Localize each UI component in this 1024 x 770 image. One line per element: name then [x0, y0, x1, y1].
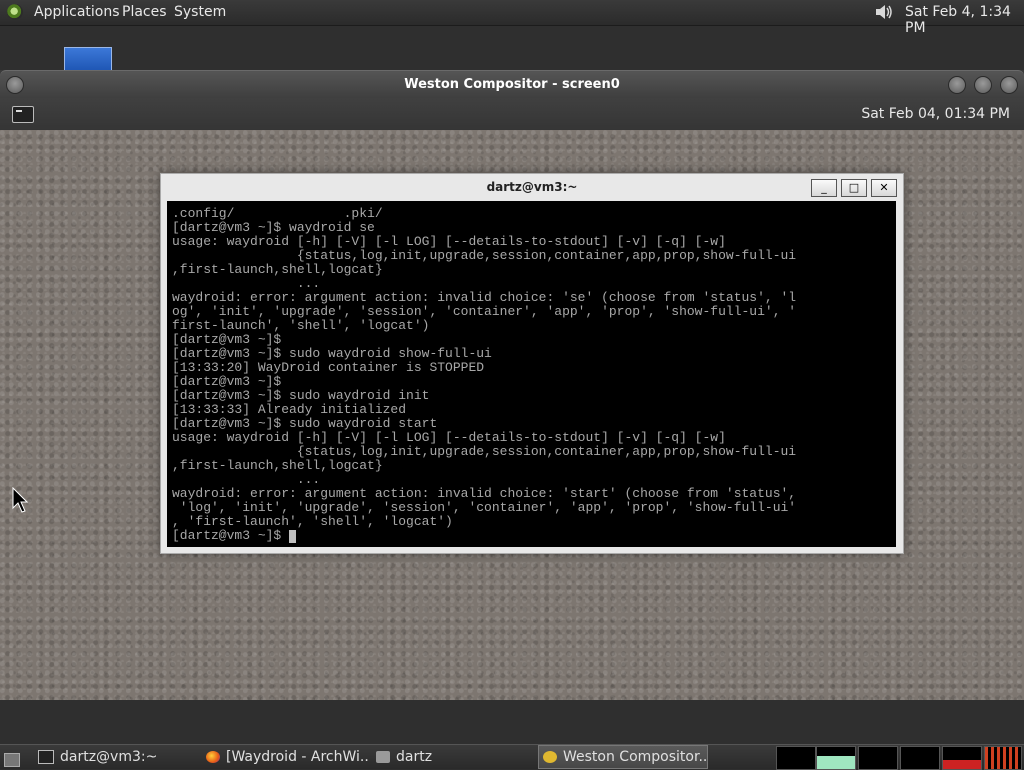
terminal-line: usage: waydroid [-h] [-V] [-l LOG] [--de… [172, 234, 726, 249]
terminal-line: [13:33:20] WayDroid container is STOPPED [172, 360, 485, 375]
weston-titlebar[interactable]: Weston Compositor - screen0 [0, 70, 1024, 99]
terminal-maximize-button[interactable]: □ [841, 179, 867, 197]
terminal-line: ... [172, 472, 321, 487]
weston-menu-button[interactable] [6, 76, 24, 94]
terminal-line: first-launch', 'shell', 'logcat') [172, 318, 430, 333]
weston-panel: Sat Feb 04, 01:34 PM [0, 98, 1024, 130]
menu-places[interactable]: Places [122, 4, 167, 20]
terminal-line: [dartz@vm3 ~]$ sudo waydroid show-full-u… [172, 346, 492, 361]
workspace-4[interactable] [900, 746, 940, 770]
terminal-launcher-icon[interactable] [12, 106, 34, 123]
weston-close-button[interactable] [1000, 76, 1018, 94]
desktop-computer-icon[interactable] [64, 47, 112, 70]
terminal-line: {status,log,init,upgrade,session,contain… [172, 444, 797, 459]
system-monitor-graph[interactable] [942, 746, 982, 770]
show-desktop-icon[interactable] [4, 745, 24, 769]
workspace-1[interactable] [776, 746, 816, 770]
terminal-line: [dartz@vm3 ~]$ sudo waydroid start [172, 416, 438, 431]
terminal-line: waydroid: error: argument action: invali… [172, 290, 797, 305]
terminal-close-button[interactable]: ✕ [871, 179, 897, 197]
taskbar-item-firefox[interactable]: [Waydroid - ArchWi... [206, 745, 368, 769]
terminal-titlebar[interactable]: dartz@vm3:~ [161, 174, 903, 200]
top-panel: Applications Places System Sat Feb 4, 1:… [0, 0, 1024, 36]
terminal-minimize-button[interactable]: _ [811, 179, 837, 197]
terminal-line: {status,log,init,upgrade,session,contain… [172, 248, 797, 263]
firefox-icon [206, 751, 220, 763]
terminal-line: [dartz@vm3 ~]$ sudo waydroid init [172, 388, 430, 403]
menu-applications[interactable]: Applications [34, 4, 120, 20]
workspace-2[interactable] [816, 746, 856, 770]
weston-title: Weston Compositor - screen0 [404, 77, 620, 92]
weston-clock: Sat Feb 04, 01:34 PM [861, 106, 1010, 122]
terminal-prompt-line: [dartz@vm3 ~]$ [172, 529, 796, 543]
terminal-line: ,first-launch,shell,logcat} [172, 458, 383, 473]
terminal-line: [13:33:33] Already initialized [172, 402, 407, 417]
taskbar-item-files[interactable]: dartz [376, 745, 526, 769]
workspace-3[interactable] [858, 746, 898, 770]
terminal-line: , 'first-launch', 'shell', 'logcat') [172, 514, 453, 529]
taskbar-item-terminal[interactable]: dartz@vm3:~ [38, 745, 198, 769]
terminal-line: [dartz@vm3 ~]$ waydroid se [172, 220, 375, 235]
terminal-cursor [289, 530, 297, 543]
terminal-line: ... [172, 276, 321, 291]
taskbar-item-weston[interactable]: Weston Compositor... [538, 745, 708, 769]
taskbar-label: [Waydroid - ArchWi... [226, 749, 368, 765]
mouse-pointer-icon [12, 487, 28, 513]
weston-icon [543, 751, 557, 763]
taskbar-label: dartz@vm3:~ [60, 749, 158, 765]
terminal-line: ,first-launch,shell,logcat} [172, 262, 383, 277]
terminal-line: waydroid: error: argument action: invali… [172, 486, 797, 501]
gnome-logo-icon[interactable] [7, 4, 23, 20]
taskbar: dartz@vm3:~ [Waydroid - ArchWi... dartz … [0, 744, 1024, 770]
menu-system[interactable]: System [174, 4, 226, 20]
terminal-line: usage: waydroid [-h] [-V] [-l LOG] [--de… [172, 430, 726, 445]
terminal-lines: .config/ .pki/[dartz@vm3 ~]$ waydroid se… [172, 207, 796, 543]
terminal-line: .config/ .pki/ [172, 206, 383, 221]
volume-icon[interactable] [873, 2, 895, 22]
terminal-line: [dartz@vm3 ~]$ [172, 332, 282, 347]
weston-maximize-button[interactable] [974, 76, 992, 94]
terminal-icon [38, 750, 54, 764]
cpu-monitor-graph[interactable] [984, 746, 1022, 770]
terminal-output[interactable]: .config/ .pki/[dartz@vm3 ~]$ waydroid se… [167, 201, 896, 547]
panel-clock[interactable]: Sat Feb 4, 1:34 PM [905, 4, 1024, 36]
folder-icon [376, 751, 390, 763]
terminal-title: dartz@vm3:~ [486, 180, 578, 194]
terminal-line: [dartz@vm3 ~]$ [172, 374, 282, 389]
terminal-line: 'log', 'init', 'upgrade', 'session', 'co… [172, 500, 797, 515]
terminal-prompt: [dartz@vm3 ~]$ [172, 528, 290, 543]
weston-minimize-button[interactable] [948, 76, 966, 94]
terminal-window: dartz@vm3:~ _ □ ✕ .config/ .pki/[dartz@v… [160, 173, 904, 554]
taskbar-label: dartz [396, 749, 433, 765]
terminal-line: og', 'init', 'upgrade', 'session', 'cont… [172, 304, 797, 319]
taskbar-label: Weston Compositor... [563, 749, 708, 765]
